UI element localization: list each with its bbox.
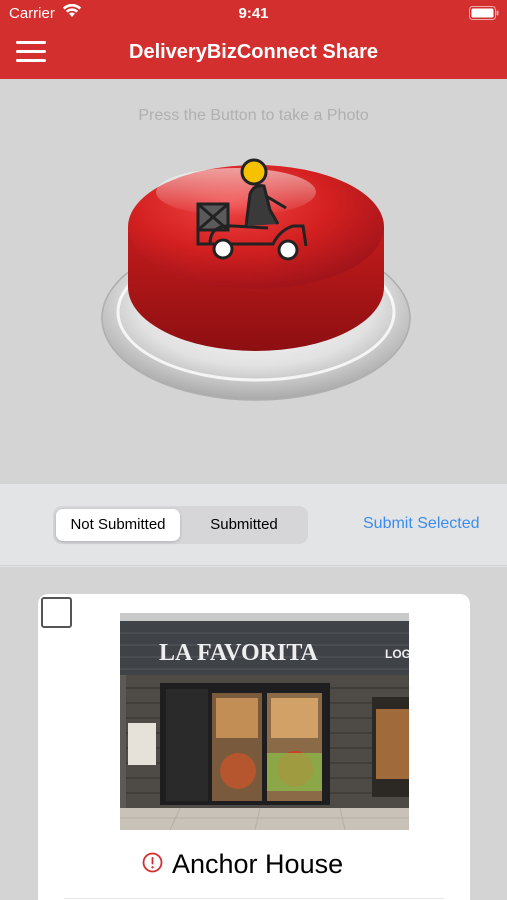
page-title: DeliveryBizConnect Share — [129, 41, 378, 63]
photo-side-sign-text: LOG — [385, 647, 409, 661]
capture-area: Press the Button to take a Photo — [0, 79, 507, 484]
segment-submitted[interactable]: Submitted — [183, 509, 305, 541]
list-item[interactable]: LA FAVORITA LOG Anchor House — [38, 594, 470, 900]
capture-hint: Press the Button to take a Photo — [138, 107, 369, 124]
take-photo-button[interactable] — [98, 152, 414, 406]
battery-icon — [469, 6, 499, 20]
submission-segmented-control: Not Submitted Submitted — [53, 506, 308, 544]
segment-not-submitted[interactable]: Not Submitted — [56, 509, 180, 541]
app-header: Carrier 9:41 DeliveryBizConnect Share — [0, 0, 507, 79]
status-time: 9:41 — [238, 5, 269, 22]
card-divider — [64, 898, 444, 899]
select-checkbox[interactable] — [41, 597, 72, 628]
submit-selected-button[interactable]: Submit Selected — [363, 515, 480, 533]
storefront-photo: LA FAVORITA LOG — [120, 613, 409, 830]
filter-bar: Not Submitted Submitted Submit Selected — [0, 484, 507, 566]
photo-list: LA FAVORITA LOG Anchor House — [0, 567, 507, 900]
card-title-row: Anchor House — [38, 848, 470, 882]
status-bar: Carrier 9:41 — [0, 0, 507, 28]
photo-sign-text: LA FAVORITA — [159, 640, 319, 666]
card-title: Anchor House — [172, 849, 344, 879]
warning-circle-icon — [142, 852, 163, 873]
navigation-bar: DeliveryBizConnect Share — [0, 28, 507, 79]
